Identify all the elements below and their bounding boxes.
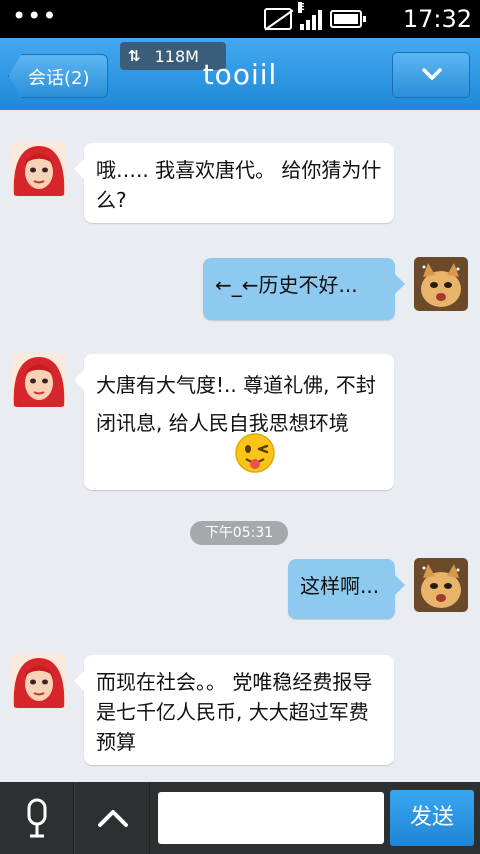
- self-avatar[interactable]: [414, 558, 468, 612]
- more-options-button[interactable]: [74, 782, 150, 854]
- menu-button[interactable]: [392, 52, 470, 98]
- message-text: 这样啊...: [300, 574, 380, 598]
- notification-dots: •••: [12, 2, 58, 30]
- chevron-down-icon: [422, 68, 442, 80]
- contact-avatar[interactable]: [12, 654, 66, 708]
- message-text: ←_←历史不好...: [215, 273, 358, 297]
- status-bar: ••• E 17:32: [0, 0, 480, 38]
- contact-avatar[interactable]: [12, 142, 66, 196]
- message-bubble[interactable]: 大唐有大气度!.. 尊道礼佛, 不封闭讯息, 给人民自我思想环境: [74, 354, 394, 490]
- message-text: 大唐有大气度!.. 尊道礼佛, 不封闭讯息, 给人民自我思想环境: [96, 373, 376, 435]
- message-text: 哦….. 我喜欢唐代。 给你猜为什么?: [96, 158, 382, 212]
- send-button[interactable]: 发送: [390, 790, 474, 846]
- message-text: 而现在社会。。 党唯稳经费报导是七千亿人民币, 大大超过军费预算: [96, 670, 373, 754]
- message-bubble[interactable]: 而现在社会。。 党唯稳经费报导是七千亿人民币, 大大超过军费预算: [74, 655, 394, 765]
- message-bubble[interactable]: 哦….. 我喜欢唐代。 给你猜为什么?: [74, 143, 394, 223]
- chevron-up-icon: [98, 810, 128, 827]
- voice-input-button[interactable]: [0, 782, 74, 854]
- battery-icon: [330, 10, 366, 28]
- input-bar: 发送: [0, 782, 480, 854]
- microphone-icon: [27, 798, 47, 838]
- title-bar: 会话(2) ⇅ 118M tooiil: [0, 38, 480, 110]
- clock: 17:32: [402, 5, 472, 33]
- self-avatar[interactable]: [414, 257, 468, 311]
- network-off-icon: [264, 8, 292, 30]
- message-bubble[interactable]: 这样啊...: [288, 559, 405, 619]
- status-icons: E: [264, 2, 366, 30]
- time-divider: 下午05:31: [190, 521, 288, 545]
- contact-avatar[interactable]: [12, 353, 66, 407]
- wink-tongue-emoji-icon: [235, 433, 275, 473]
- message-input[interactable]: [158, 792, 384, 844]
- signal-icon: E: [298, 2, 322, 30]
- message-bubble[interactable]: ←_←历史不好...: [203, 258, 405, 320]
